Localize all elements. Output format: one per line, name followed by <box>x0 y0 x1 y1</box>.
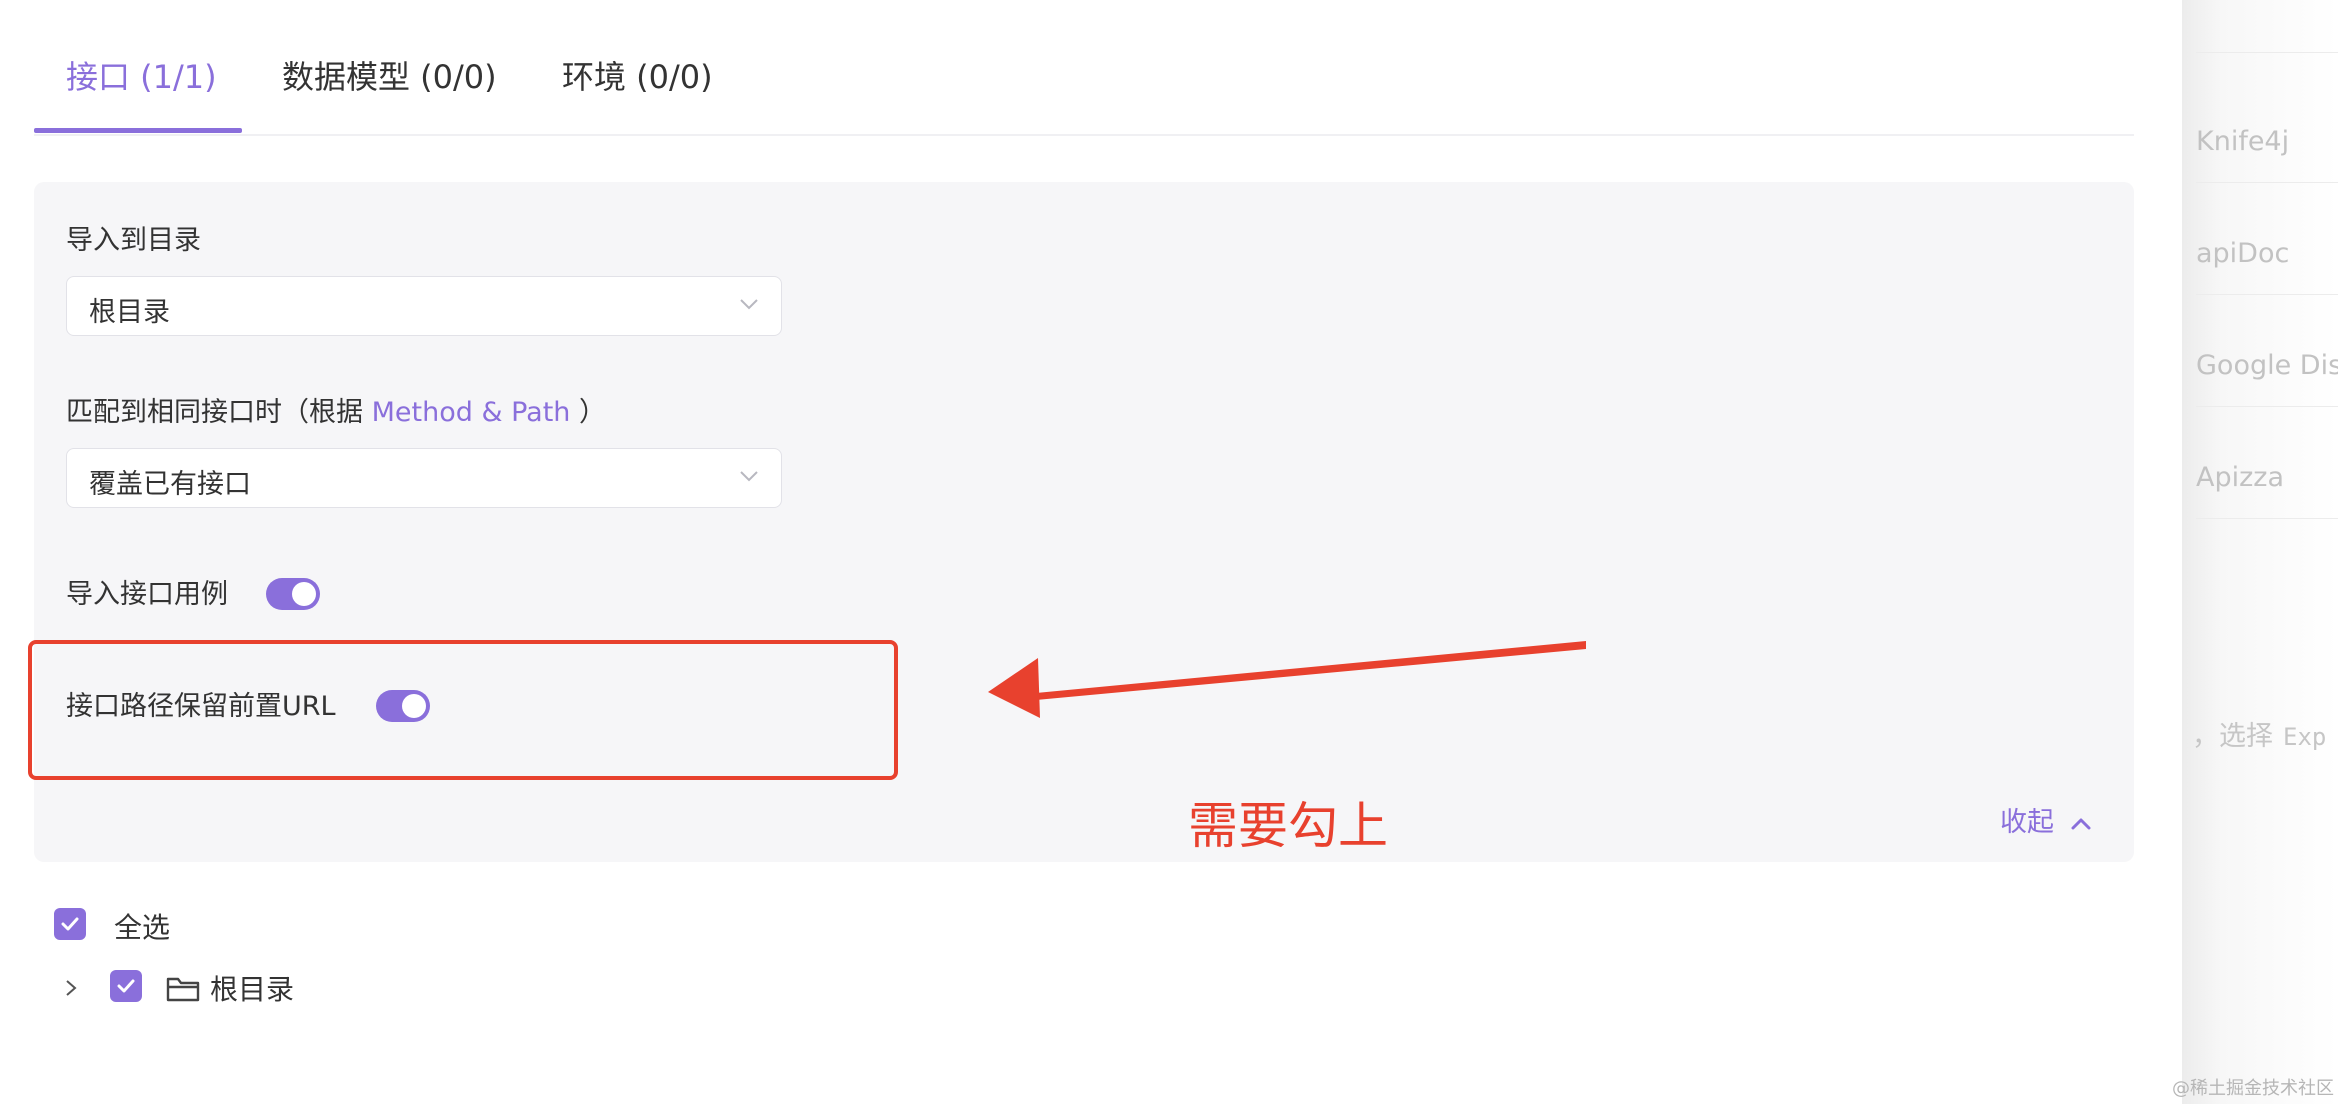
background-hint-text: ，选择 Exp <box>2192 714 2326 753</box>
chevron-right-icon[interactable] <box>64 978 78 998</box>
source-item-apidoc[interactable]: apiDoc <box>2196 238 2289 269</box>
annotation-arrow-icon <box>988 641 1586 718</box>
collapse-button[interactable]: 收起 <box>2000 800 2092 839</box>
folder-icon <box>166 977 200 1002</box>
import-tabs: 接口 (1/1) 数据模型 (0/0) 环境 (0/0) <box>34 0 2134 136</box>
divider <box>2196 518 2338 519</box>
hint-code: Exp <box>2283 723 2327 751</box>
match-rule-label-accent: Method & Path <box>371 397 571 428</box>
collapse-label: 收起 <box>2000 807 2054 838</box>
match-rule-label-prefix: 匹配到相同接口时（根据 <box>66 397 372 428</box>
source-item-knife4j[interactable]: Knife4j <box>2196 126 2289 157</box>
chevron-down-icon <box>740 471 758 482</box>
hint-text: ，选择 <box>2192 721 2273 752</box>
toggle-knob <box>292 582 316 606</box>
watermark: @稀土掘金技术社区 <box>2172 1078 2334 1099</box>
select-all-label: 全选 <box>114 911 171 944</box>
tab-api[interactable]: 接口 (1/1) <box>66 52 217 98</box>
import-dir-select[interactable]: 根目录 <box>66 276 782 336</box>
root-folder-checkbox[interactable] <box>110 970 142 1002</box>
match-rule-value: 覆盖已有接口 <box>89 469 251 500</box>
divider <box>2196 52 2338 53</box>
check-icon <box>117 979 135 993</box>
annotation-text: 需要勾上 <box>1188 797 1388 855</box>
match-rule-label: 匹配到相同接口时（根据 Method & Path ） <box>66 390 606 429</box>
divider <box>2196 406 2338 407</box>
annotation-highlight-box <box>28 640 898 780</box>
divider <box>2196 294 2338 295</box>
match-rule-label-suffix: ） <box>570 397 606 428</box>
source-item-google-discovery[interactable]: Google Disc <box>2196 350 2338 381</box>
background-import-source-list: Knife4j apiDoc Google Disc Apizza ，选择 Exp <box>2182 0 2338 1104</box>
import-cases-label: 导入接口用例 <box>66 579 228 610</box>
tab-data-model[interactable]: 数据模型 (0/0) <box>282 52 497 98</box>
import-cases-toggle[interactable] <box>266 578 320 610</box>
tab-environment[interactable]: 环境 (0/0) <box>562 52 713 98</box>
source-item-apizza[interactable]: Apizza <box>2196 462 2284 493</box>
active-tab-indicator <box>34 128 242 133</box>
check-icon <box>61 917 79 931</box>
select-all-checkbox[interactable] <box>54 908 86 940</box>
import-dir-label: 导入到目录 <box>66 225 201 256</box>
match-rule-select[interactable]: 覆盖已有接口 <box>66 448 782 508</box>
chevron-down-icon <box>740 299 758 310</box>
import-dir-value: 根目录 <box>89 297 170 328</box>
chevron-up-icon <box>2071 818 2091 829</box>
root-folder-label: 根目录 <box>210 973 295 1006</box>
divider <box>2196 182 2338 183</box>
